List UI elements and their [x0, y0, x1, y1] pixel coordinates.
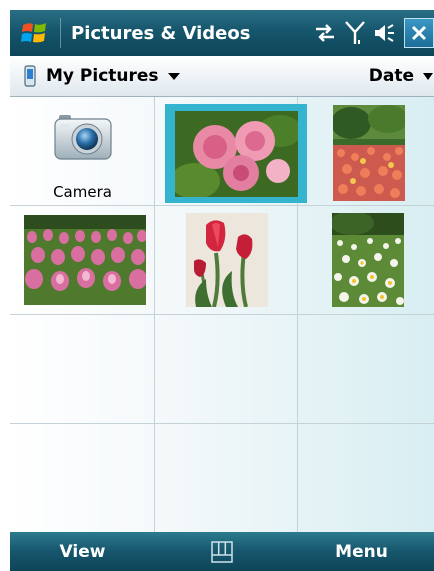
windows-start-icon [21, 23, 46, 43]
start-button[interactable] [10, 10, 60, 56]
connectivity-icon[interactable] [310, 10, 340, 56]
camera-icon [54, 115, 112, 160]
app-title: Pictures & Videos [71, 22, 251, 44]
photo-thumbnail[interactable] [332, 213, 404, 307]
photo-thumbnail[interactable] [175, 111, 298, 197]
grid-cell [155, 315, 298, 424]
menu-softkey[interactable]: Menu [289, 542, 434, 562]
grid-cell [155, 424, 298, 532]
screen: Pictures & Videos My Pictures Date Camer… [0, 0, 434, 571]
chevron-down-icon [167, 73, 180, 80]
thumbnail-grid: Camera [10, 97, 434, 532]
title-bar: Pictures & Videos [10, 10, 434, 56]
grid-cell [298, 424, 434, 532]
photo-thumbnail[interactable] [24, 215, 146, 305]
folder-bar: My Pictures Date [10, 56, 434, 97]
grid-cell [298, 315, 434, 424]
grid-cell [10, 424, 155, 532]
chevron-down-icon [423, 73, 433, 80]
folder-dropdown[interactable]: My Pictures [24, 65, 181, 87]
close-button[interactable] [404, 18, 434, 48]
grid-cell [10, 315, 155, 424]
signal-icon[interactable] [340, 10, 370, 56]
device-icon [24, 65, 36, 87]
keyboard-icon [211, 540, 233, 563]
camera-label: Camera [53, 183, 112, 201]
keyboard-button[interactable] [155, 540, 289, 563]
title-separator [60, 18, 61, 48]
softkey-bar: View Menu [10, 532, 434, 571]
volume-icon[interactable] [370, 10, 400, 56]
camera-item[interactable]: Camera [10, 97, 155, 206]
photo-thumbnail[interactable] [186, 213, 268, 307]
folder-label: My Pictures [46, 66, 159, 86]
sort-dropdown[interactable]: Date [369, 66, 434, 86]
close-icon [411, 25, 427, 41]
view-softkey[interactable]: View [10, 542, 155, 562]
sort-label: Date [368, 66, 414, 86]
photo-thumbnail[interactable] [333, 105, 405, 201]
